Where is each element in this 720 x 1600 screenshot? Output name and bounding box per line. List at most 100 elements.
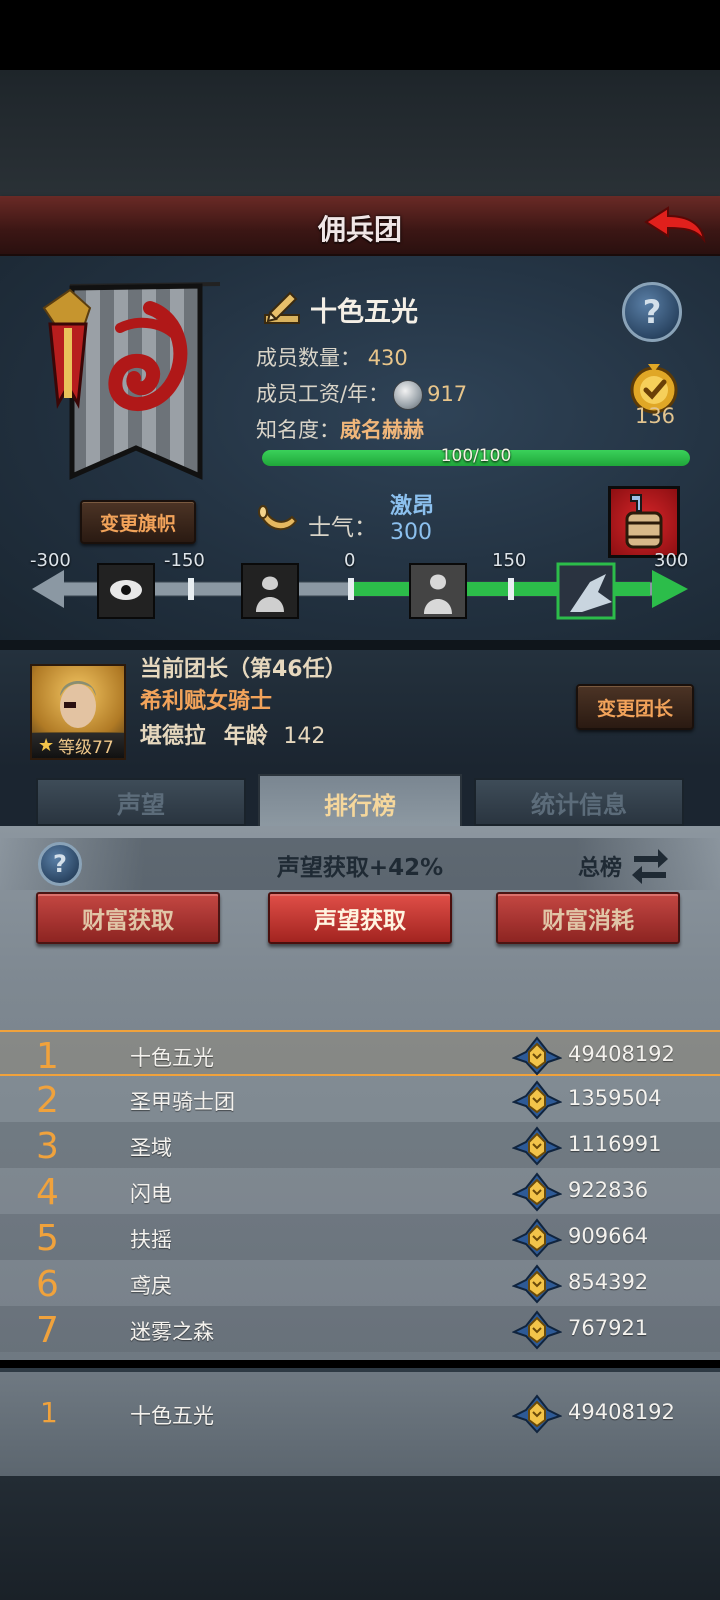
morale-scale: -300 -150 0 150 300	[30, 550, 690, 642]
table-row[interactable]: 7 迷雾之森 767921	[0, 1306, 720, 1352]
morale-state: 激昂	[390, 494, 435, 519]
level-badge: ★ 等级77	[32, 732, 124, 758]
score-cell: 922836	[568, 1178, 649, 1202]
back-arrow-icon	[644, 206, 706, 244]
reputation-badge-icon	[512, 1394, 562, 1434]
star-icon: ★	[38, 735, 55, 756]
bottom-background	[0, 1476, 720, 1600]
wage-label: 成员工资/年：	[256, 382, 390, 406]
level-label: 等级77	[58, 738, 114, 758]
rank-number: 6	[36, 1264, 59, 1305]
guild-name: 十色五光	[310, 297, 418, 328]
ranking-list: 1 十色五光 49408192 2 圣甲骑士团 1359504 3 圣域 111…	[0, 1030, 720, 1360]
status-bar-area	[0, 0, 720, 70]
wine-barrel-button[interactable]	[608, 486, 680, 558]
members-label: 成员数量：	[256, 346, 361, 370]
barrel-icon	[625, 494, 663, 549]
change-banner-button[interactable]: 变更旗帜	[80, 500, 196, 544]
question-icon: ?	[53, 850, 67, 878]
my-score: 49408192	[568, 1400, 675, 1424]
panic-icon	[97, 563, 155, 619]
horn-icon	[258, 503, 298, 537]
table-row[interactable]: 5 扶摇 909664	[0, 1214, 720, 1260]
score-cell: 854392	[568, 1270, 649, 1294]
swap-icon[interactable]	[630, 844, 670, 884]
reputation-badge-icon	[512, 1310, 562, 1350]
table-row[interactable]: 3 圣域 1116991	[0, 1122, 720, 1168]
score-cell: 767921	[568, 1316, 649, 1340]
rank-number: 2	[36, 1080, 59, 1121]
rank-number: 1	[36, 1036, 59, 1077]
members-value: 430	[367, 346, 408, 370]
morale-label: 士气：	[308, 515, 377, 541]
guild-name-cell: 扶摇	[130, 1228, 172, 1252]
members-row: 成员数量： 430	[256, 342, 408, 372]
board-switch-label[interactable]: 总榜	[578, 850, 622, 882]
age-label: 年龄	[223, 724, 268, 749]
rank-number: 7	[36, 1310, 59, 1351]
my-guild-name: 十色五光	[130, 1404, 214, 1428]
tab-ranking[interactable]: 排行榜	[258, 774, 462, 830]
wage-row: 成员工资/年： 917	[256, 378, 467, 410]
table-row[interactable]: 1 十色五光 49408192	[0, 1030, 720, 1077]
fame-row: 知名度：威名赫赫	[256, 414, 424, 444]
scale-tick-label: 150	[492, 550, 527, 571]
guild-name-cell: 圣域	[130, 1136, 172, 1160]
reputation-badge-icon	[512, 1036, 562, 1076]
scale-tick-label: 0	[344, 550, 356, 571]
guild-name-cell: 圣甲骑士团	[130, 1090, 235, 1114]
table-row[interactable]: 2 圣甲骑士团 1359504	[0, 1076, 720, 1122]
table-row[interactable]: 4 闪电 922836	[0, 1168, 720, 1214]
tab-reputation[interactable]: 声望	[36, 778, 246, 826]
guild-name-cell: 闪电	[130, 1182, 172, 1206]
tab-statistics[interactable]: 统计信息	[474, 778, 684, 826]
rank-number: 3	[36, 1126, 59, 1167]
reputation-badge-icon	[512, 1080, 562, 1120]
score-cell: 909664	[568, 1224, 649, 1248]
divider	[0, 640, 720, 650]
table-row[interactable]: 6 鸢戾 854392	[0, 1260, 720, 1306]
reputation-badge-icon	[512, 1218, 562, 1258]
scale-tick-label: 300	[654, 550, 689, 571]
despair-icon	[241, 563, 299, 619]
score-cell: 49408192	[568, 1042, 675, 1066]
question-icon: ?	[642, 293, 662, 331]
filter-wealth-gain-button[interactable]: 财富获取	[36, 892, 220, 944]
score-cell: 1359504	[568, 1086, 662, 1110]
ranking-help-button[interactable]: ?	[38, 842, 82, 886]
reputation-bonus-text: 声望获取+42%	[276, 855, 444, 881]
leader-title: 当前团长（第46任）	[140, 657, 347, 682]
morale-value: 300	[390, 520, 432, 545]
calm-icon	[409, 563, 467, 619]
medal-value: 136	[634, 404, 676, 428]
help-button[interactable]: ?	[622, 282, 682, 342]
age-value: 142	[283, 724, 326, 749]
wage-value: 917	[427, 382, 468, 406]
top-background	[0, 70, 720, 196]
guild-name-cell: 迷雾之森	[130, 1320, 214, 1344]
filter-wealth-spent-button[interactable]: 财富消耗	[496, 892, 680, 944]
guild-name-cell: 十色五光	[130, 1046, 214, 1070]
scale-tick-label: -150	[164, 550, 205, 571]
fame-value: 威名赫赫	[340, 418, 424, 442]
silver-coin-icon	[393, 380, 424, 410]
page-title: 佣兵团	[317, 213, 402, 246]
fame-progress-text: 100/100	[440, 446, 512, 466]
score-cell: 1116991	[568, 1132, 662, 1156]
fame-label: 知名度：	[256, 418, 340, 442]
guild-name-cell: 鸢戾	[130, 1274, 172, 1298]
rank-number: 4	[36, 1172, 59, 1213]
leader-class: 希利赋女骑士	[140, 689, 273, 714]
leader-name: 堪德拉	[140, 724, 207, 749]
edit-name-icon[interactable]	[262, 287, 302, 327]
my-rank-row[interactable]: 1 十色五光 49408192	[0, 1368, 720, 1476]
leader-info: 堪德拉 年龄 142	[140, 718, 325, 750]
rank-number: 5	[36, 1218, 59, 1259]
filter-reputation-gain-button[interactable]: 声望获取	[268, 892, 452, 944]
my-rank-number: 1	[40, 1396, 58, 1429]
scale-tick-label: -300	[30, 550, 71, 571]
back-button[interactable]	[642, 204, 708, 248]
change-leader-button[interactable]: 变更团长	[576, 684, 694, 730]
reputation-badge-icon	[512, 1264, 562, 1304]
reputation-badge-icon	[512, 1126, 562, 1166]
